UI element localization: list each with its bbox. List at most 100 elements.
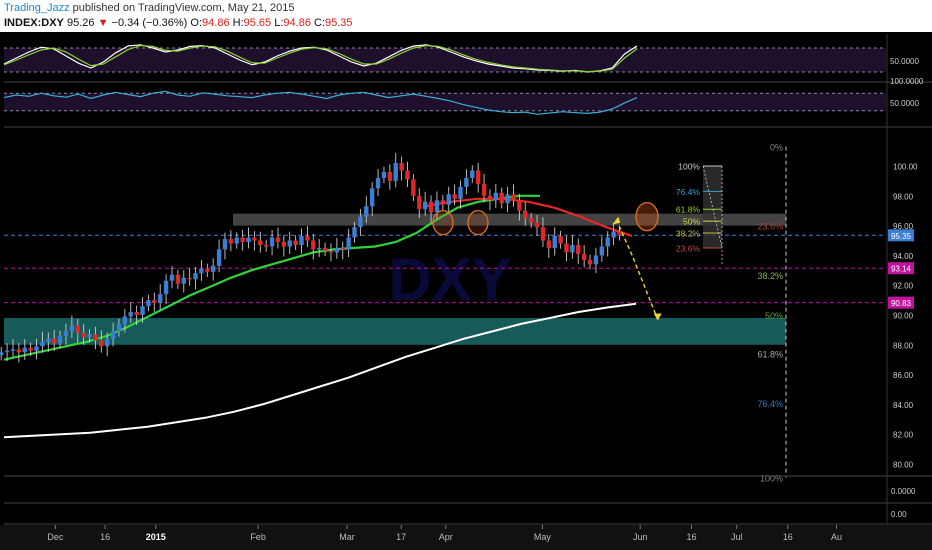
- candle-body: [499, 192, 504, 204]
- time-axis-label: 16: [687, 532, 697, 542]
- candle-body: [69, 325, 75, 332]
- candle-body: [140, 306, 145, 315]
- candle-body: [428, 201, 434, 213]
- chart-screenshot: Trading_Jazz published on TradingView.co…: [0, 0, 932, 550]
- candle-body: [422, 201, 428, 210]
- candle-body: [246, 237, 251, 242]
- candle-body: [75, 325, 80, 333]
- candle-body: [269, 237, 275, 247]
- candle-body: [175, 274, 181, 284]
- candle-body: [340, 247, 345, 250]
- price-change: −0.34 (−0.36%): [111, 17, 188, 29]
- candle-body: [240, 237, 245, 242]
- time-axis-label: May: [534, 532, 552, 542]
- pattern-ellipse: [635, 202, 659, 232]
- candle-body: [505, 194, 510, 204]
- candle-body: [587, 259, 593, 265]
- candle-body: [81, 332, 86, 338]
- open-value: 94.86: [202, 17, 230, 29]
- candle-body: [205, 268, 210, 272]
- down-arrow-icon: ▼: [97, 17, 109, 29]
- candle-body: [511, 194, 516, 201]
- candle-body: [605, 237, 610, 247]
- axis-tick-label: 0.0000: [891, 487, 916, 496]
- candle-body: [116, 323, 122, 332]
- fib-level-label: 61.8%: [757, 350, 783, 360]
- fib-level-label: 100%: [760, 473, 783, 483]
- fib-small-label: 61.8%: [676, 205, 701, 215]
- candle-body: [258, 240, 263, 245]
- candle-body: [40, 341, 45, 347]
- fib-level-label: 23.6%: [757, 222, 783, 232]
- candle-body: [464, 177, 469, 187]
- axis-tick-label: 82.00: [893, 431, 914, 440]
- candle-body: [252, 237, 257, 241]
- candle-body: [452, 194, 457, 199]
- candle-body: [193, 273, 198, 280]
- candle-body: [311, 240, 316, 250]
- axis-tick-label: 84.00: [893, 401, 914, 410]
- axis-tick-label: 90.00: [893, 312, 914, 321]
- candle-body: [293, 240, 298, 245]
- candle-body: [517, 200, 522, 211]
- time-axis-label: 17: [396, 532, 406, 542]
- pattern-ellipse: [467, 209, 489, 236]
- candle-body: [305, 236, 310, 241]
- publish-line: Trading_Jazz published on TradingView.co…: [4, 2, 294, 14]
- candle-body: [475, 170, 481, 184]
- candle-body: [157, 294, 163, 304]
- candle-body: [22, 347, 27, 353]
- high-value: 95.65: [243, 17, 272, 29]
- candle-body: [28, 347, 33, 351]
- candle-body: [334, 247, 340, 253]
- candle-body: [481, 183, 487, 196]
- candle-body: [540, 227, 546, 241]
- candle-body: [581, 253, 587, 260]
- candle-body: [105, 338, 110, 347]
- candle-body: [352, 227, 357, 238]
- author-link[interactable]: Trading_Jazz: [4, 2, 70, 14]
- fib-small-label: 50%: [683, 217, 700, 227]
- candle-body: [387, 171, 393, 181]
- axis-tick-label: 100.00: [893, 163, 918, 172]
- symbol-name[interactable]: INDEX:DXY: [4, 17, 64, 29]
- candle-body: [564, 243, 569, 253]
- time-axis-label: Mar: [339, 532, 355, 542]
- open-label: O:: [190, 17, 203, 29]
- candle-body: [534, 222, 540, 228]
- candle-body: [181, 277, 186, 284]
- axis-tick-label: 88.00: [893, 341, 914, 350]
- time-axis-label: 16: [783, 532, 793, 542]
- axis-tick-label: 94.00: [893, 252, 914, 261]
- time-axis-label: Apr: [439, 532, 453, 542]
- candle-body: [369, 188, 375, 207]
- candle-body: [222, 239, 228, 250]
- candle-body: [393, 163, 398, 181]
- axis-tick-label: 80.00: [893, 461, 914, 470]
- candle-body: [364, 206, 369, 217]
- candle-body: [228, 239, 234, 244]
- price-label-text: 93.14: [891, 265, 912, 274]
- fib-small-label: 23.6%: [676, 243, 701, 253]
- close-value: 95.35: [325, 17, 353, 29]
- candle-body: [487, 195, 493, 201]
- candle-body: [234, 237, 239, 244]
- axis-tick-label: 50.0000: [890, 99, 919, 108]
- candle-body: [322, 247, 328, 251]
- candle-body: [411, 179, 416, 196]
- candle-body: [4, 350, 10, 353]
- time-axis-label: 16: [100, 532, 110, 542]
- fib-level-label: 76.4%: [757, 399, 783, 409]
- support-zone: [4, 317, 786, 345]
- published-text: published on TradingView.com, May 21, 20…: [69, 2, 295, 14]
- time-axis-label: Jul: [731, 532, 743, 542]
- last-price: 95.26: [66, 17, 95, 29]
- candle-body: [152, 300, 157, 304]
- chart-canvas[interactable]: 50.0000100.000050.0000DXY0%23.6%38.2%50%…: [0, 32, 932, 550]
- axis-tick-label: 50.0000: [890, 57, 919, 66]
- price-label-text: 90.83: [891, 299, 912, 308]
- candle-body: [316, 247, 322, 250]
- candle-body: [617, 231, 622, 236]
- candle-body: [93, 334, 98, 341]
- candle-body: [169, 274, 175, 281]
